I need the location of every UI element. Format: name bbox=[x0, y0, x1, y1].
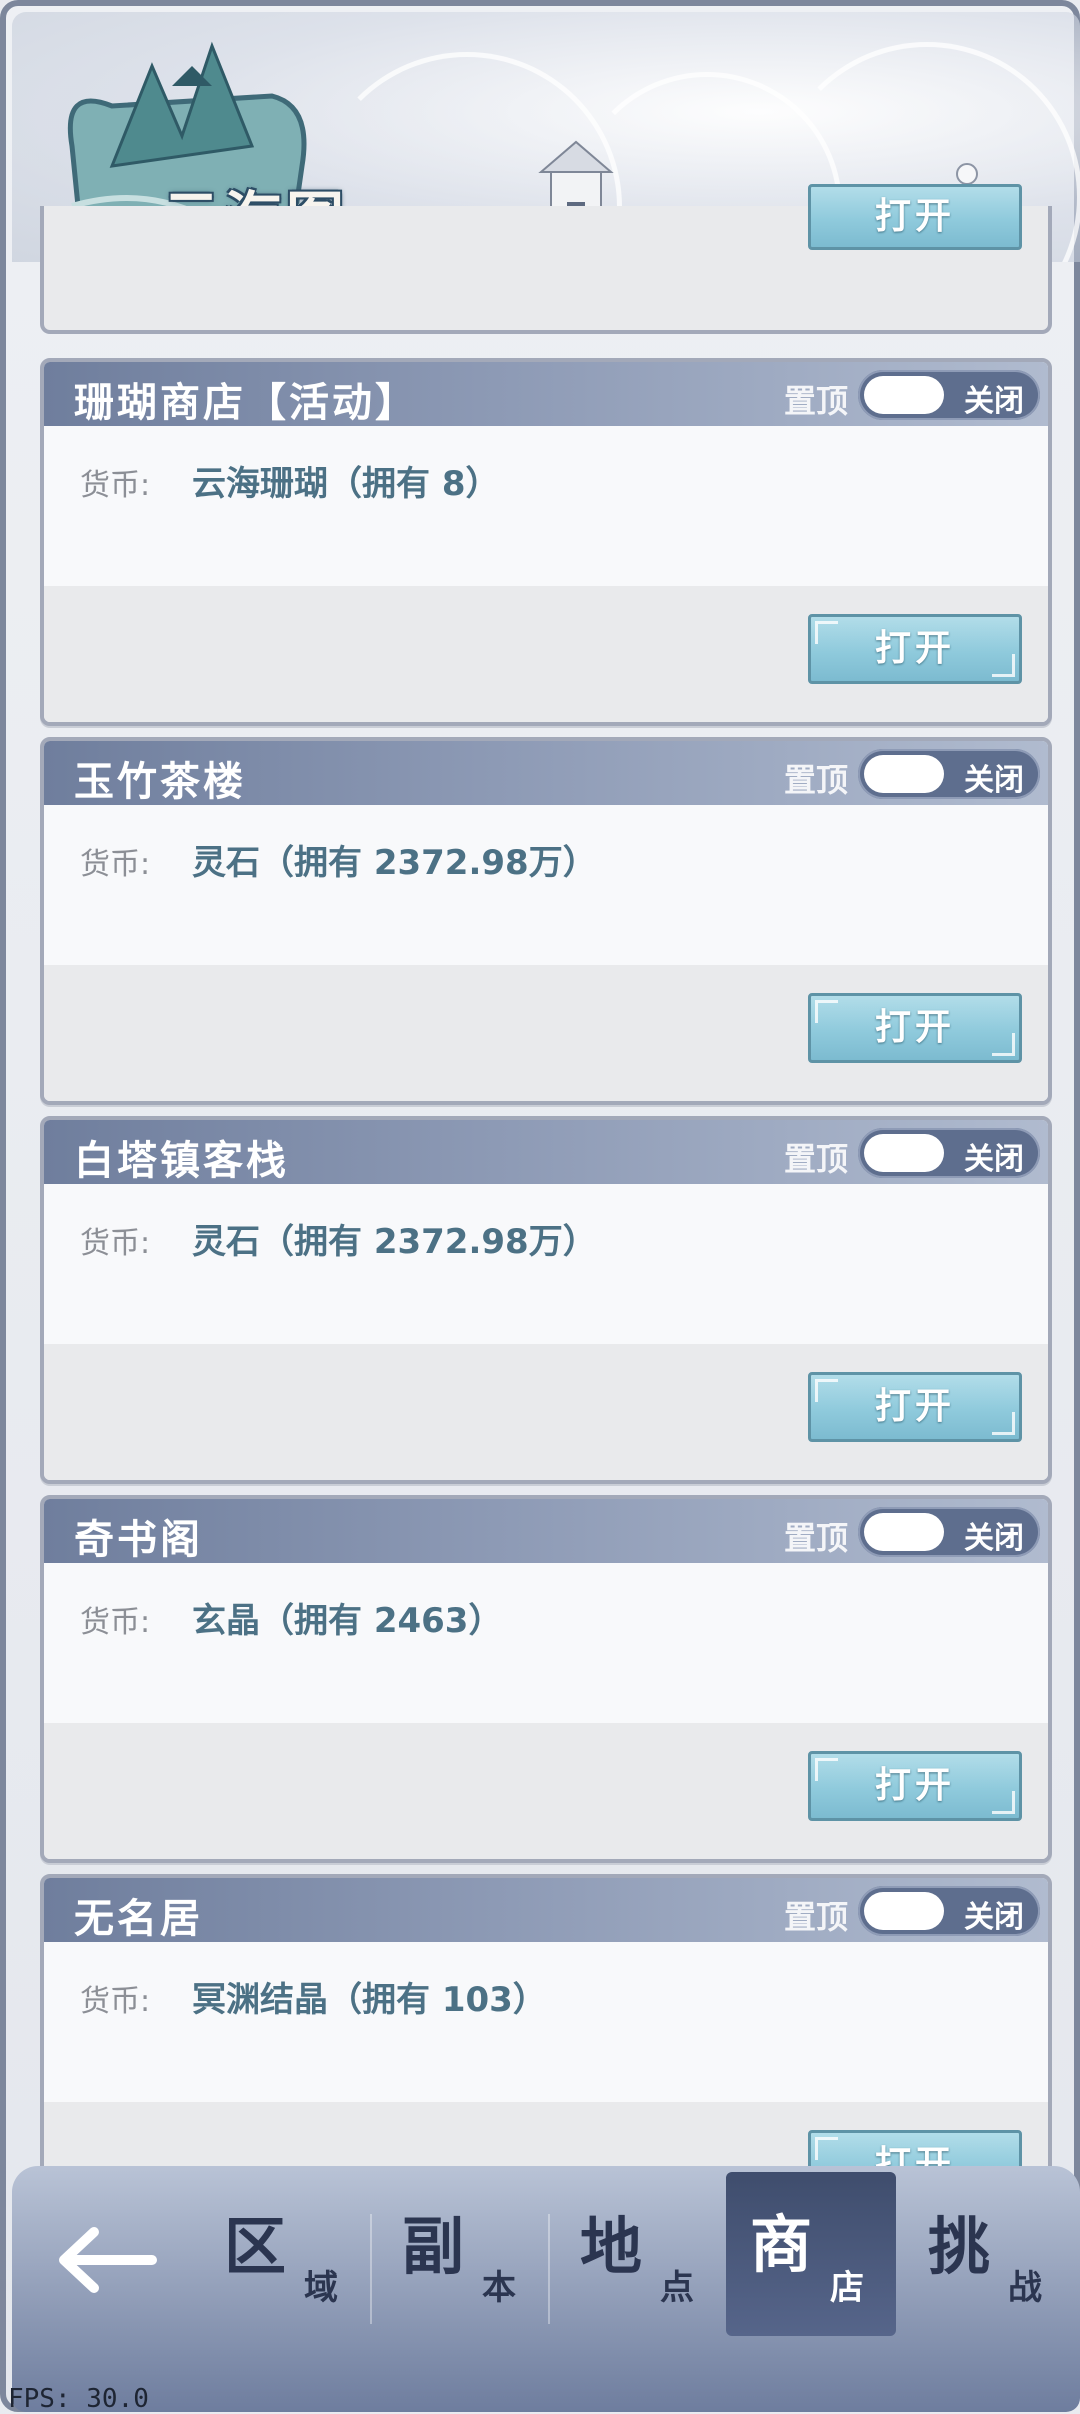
pin-label: 置顶 bbox=[783, 1519, 848, 1557]
nav-tab-dungeon[interactable]: 副 本 bbox=[378, 2196, 548, 2336]
shop-card: 珊瑚商店【活动】 置顶 关闭 货币: 云海珊瑚（拥有 8） 打开 bbox=[40, 358, 1052, 726]
nav-tab-char: 挑 bbox=[928, 2210, 991, 2283]
shop-name: 玉竹茶楼 bbox=[74, 758, 246, 805]
nav-tab-location[interactable]: 地 点 bbox=[556, 2196, 726, 2336]
toggle-state: 关闭 bbox=[964, 1900, 1024, 1935]
pin-toggle[interactable]: 关闭 bbox=[858, 370, 1040, 420]
shop-card-header: 珊瑚商店【活动】 置顶 关闭 bbox=[44, 362, 1048, 426]
toggle-state: 关闭 bbox=[964, 763, 1024, 798]
toggle-knob bbox=[864, 376, 944, 414]
nav-tab-char: 商 bbox=[750, 2208, 813, 2281]
open-button-label: 打开 bbox=[874, 1386, 955, 1427]
nav-tab-region[interactable]: 区 域 bbox=[200, 2196, 370, 2336]
currency-label: 货币: bbox=[80, 1605, 151, 1640]
pin-toggle[interactable]: 关闭 bbox=[858, 1128, 1040, 1178]
toggle-state: 关闭 bbox=[964, 1521, 1024, 1556]
nav-tab-subchar: 点 bbox=[660, 2268, 694, 2308]
bottom-nav: 区 域 副 本 地 点 商 店 挑 战 bbox=[12, 2166, 1080, 2412]
toggle-knob bbox=[864, 755, 944, 793]
corner-ornament-icon bbox=[815, 1000, 838, 1023]
pin-toggle[interactable]: 关闭 bbox=[858, 1886, 1040, 1936]
open-button-label: 打开 bbox=[874, 1765, 955, 1806]
toggle-state: 关闭 bbox=[964, 1142, 1024, 1177]
open-button[interactable]: 打开 bbox=[808, 2130, 1022, 2166]
shop-card-header: 无名居 置顶 关闭 bbox=[44, 1878, 1048, 1942]
arrow-left-icon[interactable] bbox=[52, 2220, 162, 2300]
shop-card-body: 货币: 冥渊结晶（拥有 103） bbox=[44, 1942, 1048, 2102]
corner-ornament-icon bbox=[815, 621, 838, 644]
shop-card: 玉竹茶楼 置顶 关闭 货币: 灵石（拥有 2372.98万） 打开 bbox=[40, 737, 1052, 1105]
toggle-knob bbox=[864, 1513, 944, 1551]
shop-card-header: 玉竹茶楼 置顶 关闭 bbox=[44, 741, 1048, 805]
currency-label: 货币: bbox=[80, 847, 151, 882]
nav-tab-challenge[interactable]: 挑 战 bbox=[904, 2196, 1074, 2336]
currency-value: 玄晶（拥有 2463） bbox=[192, 1601, 503, 1641]
shop-card-footer: 打开 bbox=[44, 1344, 1048, 1480]
open-button-label: 打开 bbox=[874, 1007, 955, 1048]
shop-card-header: 白塔镇客栈 置顶 关闭 bbox=[44, 1120, 1048, 1184]
shop-card: 奇书阁 置顶 关闭 货币: 玄晶（拥有 2463） 打开 bbox=[40, 1495, 1052, 1863]
nav-tab-char: 地 bbox=[580, 2210, 643, 2283]
shop-name: 奇书阁 bbox=[74, 1516, 203, 1563]
currency-value: 灵石（拥有 2372.98万） bbox=[192, 1222, 597, 1262]
app-frame: 云海图 打开 珊瑚商店【活动】 置顶 关闭 货币: bbox=[0, 0, 1080, 2414]
shop-card-body: 货币: 云海珊瑚（拥有 8） bbox=[44, 426, 1048, 586]
pin-label: 置顶 bbox=[783, 761, 848, 799]
fps-counter: FPS: 30.0 bbox=[8, 2384, 149, 2414]
corner-ornament-icon bbox=[992, 654, 1015, 677]
shop-card-body: 货币: 灵石（拥有 2372.98万） bbox=[44, 1184, 1048, 1344]
corner-ornament-icon bbox=[815, 1758, 838, 1781]
toggle-knob bbox=[864, 1892, 944, 1930]
shop-name: 珊瑚商店【活动】 bbox=[74, 379, 418, 426]
open-button[interactable]: 打开 bbox=[808, 993, 1022, 1063]
shop-name: 白塔镇客栈 bbox=[74, 1137, 289, 1184]
nav-divider bbox=[548, 2214, 550, 2324]
shop-card-footer: 打开 bbox=[44, 965, 1048, 1101]
shop-card-footer: 打开 bbox=[44, 1723, 1048, 1859]
pin-toggle[interactable]: 关闭 bbox=[858, 1507, 1040, 1557]
corner-ornament-icon bbox=[992, 1033, 1015, 1056]
corner-ornament-icon bbox=[992, 1412, 1015, 1435]
nav-tab-subchar: 战 bbox=[1008, 2268, 1042, 2308]
open-button-label: 打开 bbox=[874, 628, 955, 669]
shop-list[interactable]: 珊瑚商店【活动】 置顶 关闭 货币: 云海珊瑚（拥有 8） 打开 玉竹茶楼 置顶… bbox=[40, 206, 1052, 2166]
open-button[interactable]: 打开 bbox=[808, 1751, 1022, 1821]
pin-label: 置顶 bbox=[783, 1898, 848, 1936]
shop-card: 白塔镇客栈 置顶 关闭 货币: 灵石（拥有 2372.98万） 打开 bbox=[40, 1116, 1052, 1484]
nav-tab-subchar: 店 bbox=[830, 2268, 864, 2308]
nav-tab-char: 区 bbox=[224, 2210, 287, 2283]
currency-value: 云海珊瑚（拥有 8） bbox=[192, 464, 500, 504]
currency-label: 货币: bbox=[80, 468, 151, 503]
pin-toggle[interactable]: 关闭 bbox=[858, 749, 1040, 799]
pin-label: 置顶 bbox=[783, 1140, 848, 1178]
toggle-knob bbox=[864, 1134, 944, 1172]
shop-card-header: 奇书阁 置顶 关闭 bbox=[44, 1499, 1048, 1563]
shop-card-body: 货币: 玄晶（拥有 2463） bbox=[44, 1563, 1048, 1723]
shop-card-footer: 打开 bbox=[44, 586, 1048, 722]
nav-tab-shop[interactable]: 商 店 bbox=[726, 2172, 896, 2336]
nav-tab-char: 副 bbox=[402, 2210, 465, 2283]
currency-value: 冥渊结晶（拥有 103） bbox=[192, 1980, 547, 2020]
open-button-label: 打开 bbox=[874, 2144, 955, 2166]
toggle-state: 关闭 bbox=[964, 384, 1024, 419]
nav-tab-subchar: 域 bbox=[304, 2268, 338, 2308]
shop-card-footer: 打开 bbox=[44, 2102, 1048, 2166]
corner-ornament-icon bbox=[815, 2137, 838, 2160]
corner-ornament-icon bbox=[992, 1791, 1015, 1814]
currency-value: 灵石（拥有 2372.98万） bbox=[192, 843, 597, 883]
open-button[interactable]: 打开 bbox=[808, 614, 1022, 684]
shop-card: 无名居 置顶 关闭 货币: 冥渊结晶（拥有 103） 打开 bbox=[40, 1874, 1052, 2166]
nav-tab-subchar: 本 bbox=[482, 2268, 516, 2308]
currency-label: 货币: bbox=[80, 1226, 151, 1261]
currency-label: 货币: bbox=[80, 1984, 151, 2019]
nav-divider bbox=[370, 2214, 372, 2324]
shop-card-body: 货币: 灵石（拥有 2372.98万） bbox=[44, 805, 1048, 965]
pin-label: 置顶 bbox=[783, 382, 848, 420]
corner-ornament-icon bbox=[815, 1379, 838, 1402]
shop-name: 无名居 bbox=[74, 1895, 203, 1942]
open-button[interactable]: 打开 bbox=[808, 1372, 1022, 1442]
